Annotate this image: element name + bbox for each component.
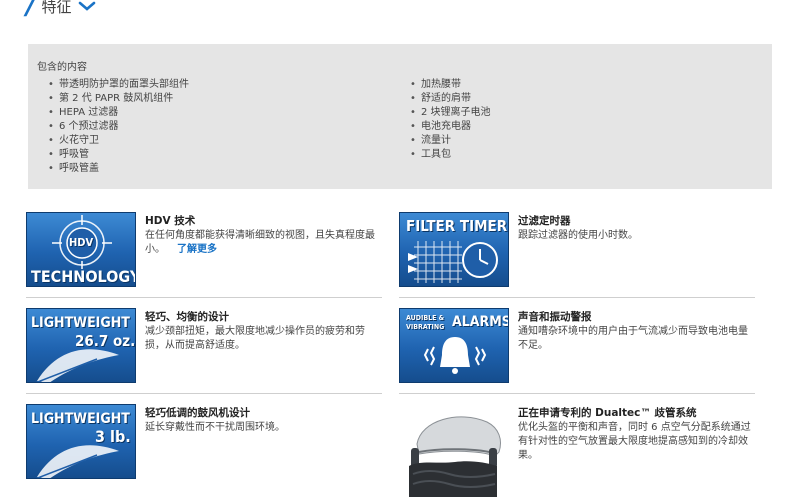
bell-icon [423,337,487,374]
list-item: 第 2 代 PAPR 鼓风机组件 [48,92,189,106]
divider [26,297,382,298]
included-list-right: 加热腰带 舒适的肩带 2 块锂离子电池 电池充电器 流量计 工具包 [410,78,491,162]
list-item: 工具包 [410,148,491,162]
feature-description: 跟踪过滤器的使用小时数。 [518,230,638,241]
tile-label: HDV [69,236,94,249]
feature-title: HDV 技术 [145,215,196,227]
filter-timer-tile: FILTER TIMER [399,212,509,287]
tile-label: 3 lb. [95,427,131,446]
included-contents-panel: 包含的内容 带透明防护罩的面罩头部组件 第 2 代 PAPR 鼓风机组件 HEP… [28,44,772,189]
feature-filter-timer: FILTER TIMER 过滤定时器 跟踪过滤器的使用小时数。 [399,212,755,308]
tile-label: 26.7 oz. [75,332,136,350]
tile-label: LIGHTWEIGHT [31,315,130,331]
list-item: 呼吸管 [48,148,189,162]
list-item: 6 个预过滤器 [48,120,189,134]
list-item: 流量计 [410,134,491,148]
feature-lightweight-blower: LIGHTWEIGHT 3 lb. 轻巧低调的鼓风机设计 延长穿戴性而不干扰周围… [26,404,382,500]
timer-icon [408,241,498,283]
feature-title: 轻巧低调的鼓风机设计 [145,407,250,419]
list-item: HEPA 过滤器 [48,106,189,120]
feature-title: 轻巧、均衡的设计 [145,311,229,323]
learn-more-link[interactable]: 了解更多 [177,244,217,255]
feature-description: 通知嘈杂环境中的用户由于气流减少而导致电池电量不足。 [518,326,748,351]
feature-hdv: HDV TECHNOLOGY HDV 技术 在任何角度都能获得清晰细致的视图，且… [26,212,382,308]
alarms-tile: AUDIBLE & VIBRATING ALARMS [399,308,509,383]
divider [399,297,755,298]
lightweight-3lb-tile: LIGHTWEIGHT 3 lb. [26,404,136,479]
feature-title: 声音和振动警报 [518,311,592,323]
feature-description: 延长穿戴性而不干扰周围环境。 [145,422,285,433]
feature-title: 正在申请专利的 Dualtec™ 歧管系统 [518,407,697,419]
feature-lightweight-design: LIGHTWEIGHT 26.7 oz. 轻巧、均衡的设计 减少颈部扭矩，最大限… [26,308,382,404]
included-list-left: 带透明防护罩的面罩头部组件 第 2 代 PAPR 鼓风机组件 HEPA 过滤器 … [48,78,189,176]
tile-label: LIGHTWEIGHT [31,411,130,427]
list-item: 火花守卫 [48,134,189,148]
feature-title: 过滤定时器 [518,215,571,227]
hdv-technology-tile: HDV TECHNOLOGY [26,212,136,287]
feature-description: 在任何角度都能获得清晰细致的视图，且失真程度最小。 了解更多 [145,229,380,257]
list-item: 电池充电器 [410,120,491,134]
list-item: 带透明防护罩的面罩头部组件 [48,78,189,92]
feature-description: 减少颈部扭矩，最大限度地减少操作员的疲劳和劳损，从而提高舒适度。 [145,326,365,351]
list-item: 舒适的肩带 [410,92,491,106]
feature-dualtec-manifold: 正在申请专利的 Dualtec™ 歧管系统 优化头盔的平衡和声音，同时 6 点空… [399,404,755,500]
list-item: 2 块锂离子电池 [410,106,491,120]
list-item: 加热腰带 [410,78,491,92]
feature-alarms: AUDIBLE & VIBRATING ALARMS 声音和振动警报 通知嘈杂环… [399,308,755,404]
section-heading[interactable]: / 特征 [26,0,96,21]
tile-label: TECHNOLOGY [31,267,136,286]
divider [26,393,382,394]
chevron-down-icon[interactable] [78,0,96,12]
included-contents-label: 包含的内容 [37,62,87,73]
section-title: 特征 [41,0,72,16]
divider [399,393,755,394]
feature-description: 优化头盔的平衡和声音，同时 6 点空气分配系统通过有针对性的空气放置最大限度地提… [518,422,751,461]
helmet-manifold-image [409,416,501,497]
accent-slash-icon: / [26,0,36,21]
lightweight-26oz-tile: LIGHTWEIGHT 26.7 oz. [26,308,136,383]
list-item: 呼吸管盖 [48,162,189,176]
